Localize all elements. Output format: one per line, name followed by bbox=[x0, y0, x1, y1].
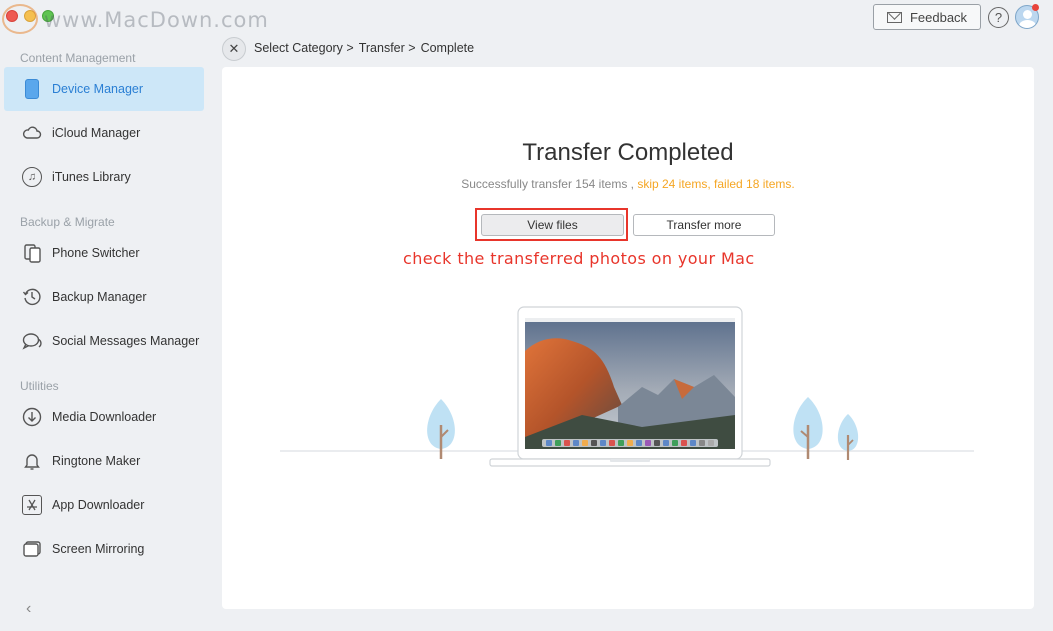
section-label-content-management: Content Management bbox=[20, 51, 136, 65]
feedback-label: Feedback bbox=[909, 9, 968, 25]
summary-success: Successfully transfer 154 items , bbox=[461, 177, 634, 191]
feedback-button[interactable]: Feedback bbox=[873, 4, 981, 30]
download-arrow-icon bbox=[22, 407, 42, 427]
annotation-text: check the transferred photos on your Mac bbox=[403, 249, 755, 268]
sidebar-item-media-downloader[interactable]: Media Downloader bbox=[4, 395, 204, 439]
section-label-backup-migrate: Backup & Migrate bbox=[20, 215, 115, 229]
mail-icon bbox=[886, 11, 902, 23]
tree-right-small bbox=[837, 414, 859, 460]
sidebar-item-label: App Downloader bbox=[52, 498, 145, 512]
sidebar-item-ringtone-maker[interactable]: Ringtone Maker bbox=[4, 439, 204, 483]
summary-skipped: skip 24 items, bbox=[637, 177, 711, 191]
music-note-icon: ♫ bbox=[22, 167, 42, 187]
sidebar-item-app-downloader[interactable]: App Downloader bbox=[4, 483, 204, 527]
breadcrumb: Select Category > Transfer > Complete bbox=[254, 41, 474, 55]
mac-illustration bbox=[280, 306, 974, 467]
sidebar-item-label: iCloud Manager bbox=[52, 126, 141, 140]
sidebar-item-label: Backup Manager bbox=[52, 290, 147, 304]
sidebar-item-screen-mirroring[interactable]: Screen Mirroring bbox=[4, 527, 204, 571]
section-label-utilities: Utilities bbox=[20, 379, 59, 393]
transfer-summary: Successfully transfer 154 items , skip 2… bbox=[222, 177, 1034, 191]
tree-left bbox=[427, 399, 455, 459]
chat-bubbles-icon bbox=[22, 331, 42, 351]
app-store-icon bbox=[22, 495, 42, 515]
watermark: www.MacDown.com bbox=[44, 8, 269, 32]
summary-failed: failed 18 items. bbox=[714, 177, 795, 191]
close-icon[interactable]: ✕ bbox=[222, 37, 246, 61]
sidebar-item-label: Device Manager bbox=[52, 82, 144, 96]
sidebar-item-label: Phone Switcher bbox=[52, 246, 140, 260]
sidebar: Content Management Device Manager iCloud… bbox=[0, 40, 212, 631]
chevron-left-icon[interactable]: ‹ bbox=[26, 600, 31, 618]
sidebar-item-itunes-library[interactable]: ♫ iTunes Library bbox=[4, 155, 204, 199]
sidebar-item-phone-switcher[interactable]: Phone Switcher bbox=[4, 231, 204, 275]
sidebar-item-label: Screen Mirroring bbox=[52, 542, 145, 556]
sidebar-item-label: Ringtone Maker bbox=[52, 454, 141, 468]
laptop bbox=[489, 306, 771, 467]
breadcrumb-item-transfer[interactable]: Transfer > bbox=[359, 41, 416, 55]
phone-switch-icon bbox=[22, 243, 42, 263]
sidebar-item-label: iTunes Library bbox=[52, 170, 131, 184]
sidebar-item-backup-manager[interactable]: Backup Manager bbox=[4, 275, 204, 319]
sidebar-item-device-manager[interactable]: Device Manager bbox=[4, 67, 204, 111]
breadcrumb-item-select-category[interactable]: Select Category > bbox=[254, 41, 354, 55]
breadcrumb-item-complete: Complete bbox=[420, 41, 475, 55]
help-button[interactable]: ? bbox=[988, 7, 1009, 28]
notification-dot bbox=[1032, 4, 1039, 11]
tree-right-large bbox=[793, 397, 823, 459]
transfer-more-button[interactable]: Transfer more bbox=[633, 214, 775, 236]
sidebar-item-icloud-manager[interactable]: iCloud Manager bbox=[4, 111, 204, 155]
app-logo bbox=[2, 4, 38, 34]
bell-icon bbox=[22, 451, 42, 471]
main-panel: Transfer Completed Successfully transfer… bbox=[222, 67, 1034, 609]
view-files-button[interactable]: View files bbox=[481, 214, 624, 236]
page-title: Transfer Completed bbox=[522, 139, 734, 166]
sidebar-item-label: Media Downloader bbox=[52, 410, 157, 424]
sidebar-item-social-messages-manager[interactable]: Social Messages Manager bbox=[4, 319, 204, 363]
history-clock-icon bbox=[22, 287, 42, 307]
phone-icon bbox=[25, 79, 39, 99]
screen-mirror-icon bbox=[22, 539, 42, 559]
sidebar-item-label: Social Messages Manager bbox=[52, 334, 200, 348]
cloud-icon bbox=[22, 123, 42, 143]
